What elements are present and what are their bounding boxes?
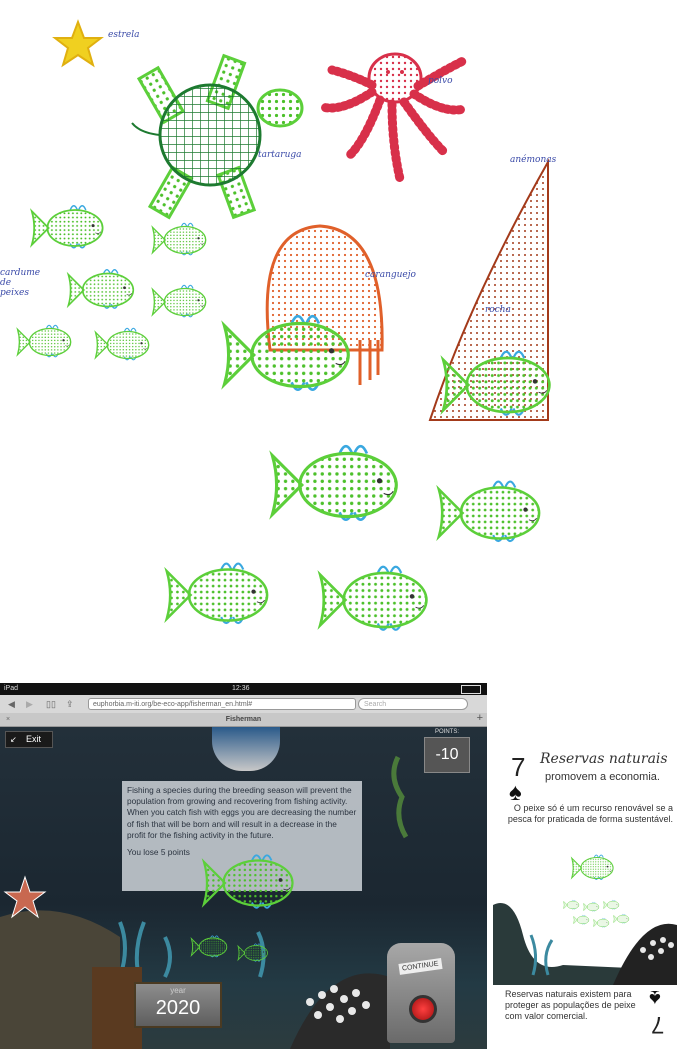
points-value: -10 [435,746,459,763]
year-value: 2020 [155,997,201,1019]
label-octopus: polvo [428,76,453,86]
tab-title[interactable]: Fisherman [0,713,487,726]
label-crab: caranguejo [365,270,416,280]
card-footer: Reservas naturais existem para proteger … [505,989,636,1021]
turtle-drawing [131,53,304,220]
battery-icon [461,685,481,694]
search-field[interactable]: Search [358,698,468,710]
message-dialog: Fishing a species during the breeding se… [122,781,362,891]
browser-toolbar: ◀ ▶ ▯▯ ⇪ euphorbia.m-iti.org/be-eco-app/… [0,695,487,714]
fish-drawing-3 [270,444,398,522]
card-rank-inverted: 7 [651,1011,665,1038]
card-rank: 7 [511,752,526,782]
spade-icon: ♠ [509,779,522,806]
info-card: 7 ♠ Reservas naturais promovem a economi… [493,745,677,1045]
fish-drawing-6 [318,565,428,632]
star-icon [52,19,104,68]
continue-red-button[interactable] [409,995,437,1023]
back-icon[interactable]: ◀ [8,698,15,710]
message-text: Fishing a species during the breeding se… [127,785,357,840]
tab-bar: × Fisherman + [0,712,487,727]
year-label: year [170,986,186,995]
fish-drawing-9 [67,268,135,309]
card-body: O peixe só é um recurso renovável se a p… [507,803,673,824]
device-name: iPad [4,685,19,692]
exit-label: Exit [26,734,42,744]
fish-drawing-5 [165,562,269,625]
fish-drawing-11 [16,324,72,358]
points-label: POINTS: [434,729,459,735]
card-illustration [493,854,677,985]
fish-drawing-8 [151,222,207,256]
label-anemone: anémonas [510,155,557,165]
year-display: year 2020 [134,982,222,1028]
label-school: cardume de peixes [0,268,41,298]
points-display: POINTS: -10 [424,729,470,773]
label-rock: rocha [485,305,511,315]
status-bar: iPad 12:36 [0,683,487,695]
penalty-text: You lose 5 points [127,847,190,858]
exit-icon: ↙ [10,735,17,744]
forward-icon[interactable]: ▶ [26,698,33,710]
game-area: ↙ Exit POINTS: -10 Fishing a species dur… [0,727,487,1049]
label-star: estrela [108,30,140,40]
fish-drawing-7 [30,204,104,249]
card-title: Reservas naturais [540,751,668,767]
spade-icon-inverted: ♠ [649,986,661,1011]
octopus-drawing [317,52,469,184]
fish-drawing-10 [151,284,207,318]
children-drawing: estrela polvo tartaruga anémonas carangu… [0,0,682,660]
card-subtitle: promovem a economia. [545,771,660,783]
drawing-canvas [16,19,551,632]
continue-button[interactable]: CONTINUE [387,943,455,1043]
fish-drawing-12 [94,327,150,361]
ipad-screenshot: iPad 12:36 ◀ ▶ ▯▯ ⇪ euphorbia.m-iti.org/… [0,683,487,1049]
exit-button[interactable]: ↙ Exit [5,731,53,748]
bookmarks-icon[interactable]: ▯▯ [46,698,56,710]
share-icon[interactable]: ⇪ [66,698,74,710]
status-time: 12:36 [232,685,250,692]
continue-label: CONTINUE [398,958,443,975]
label-turtle: tartaruga [258,150,302,160]
new-tab-icon[interactable]: + [477,712,483,725]
url-field[interactable]: euphorbia.m-iti.org/be-eco-app/fisherman… [88,698,356,710]
fish-drawing-4 [437,480,541,543]
